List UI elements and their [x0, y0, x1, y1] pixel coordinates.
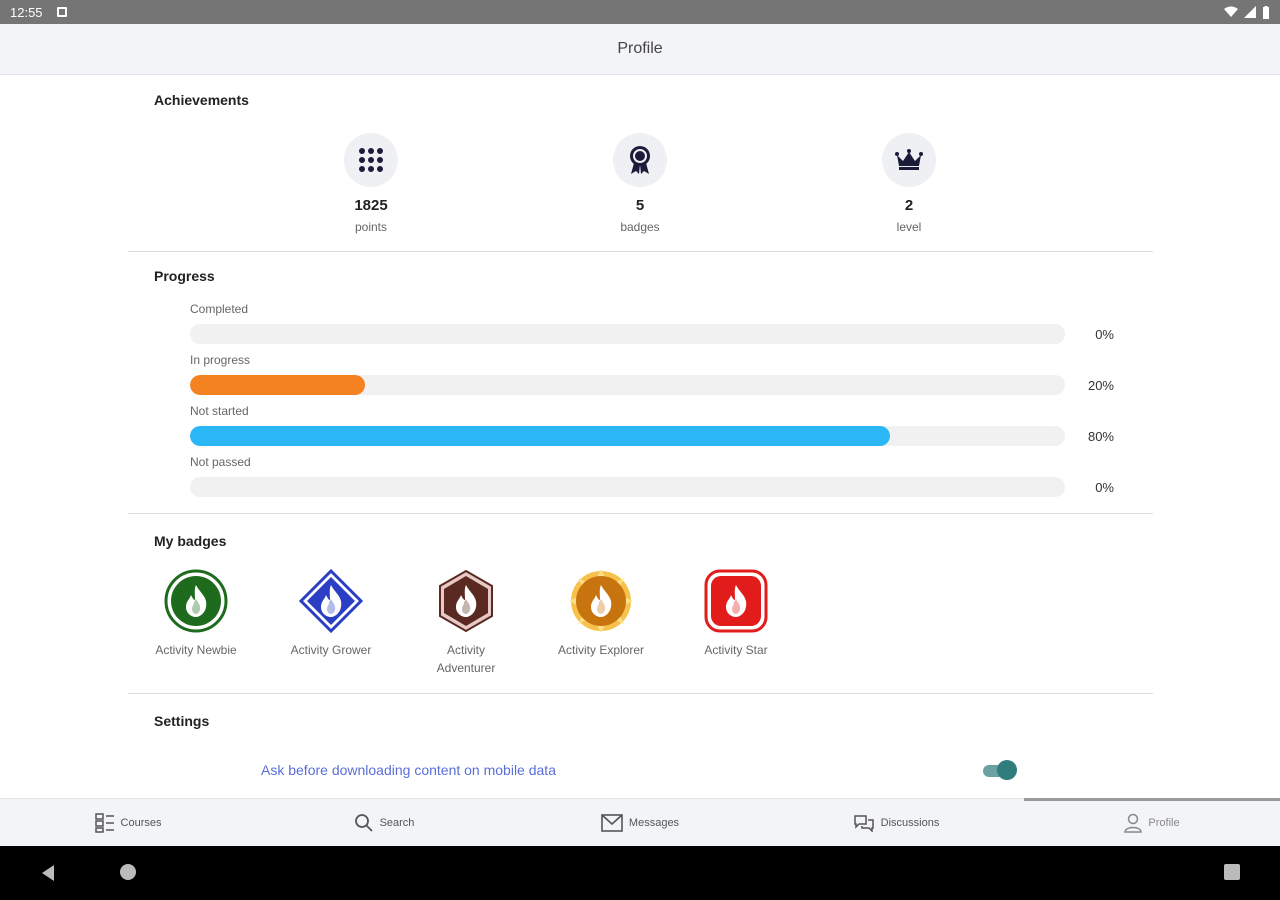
courses-icon — [94, 812, 114, 833]
nav-label: Messages — [628, 816, 680, 829]
progress-label: Completed — [190, 302, 249, 316]
badge-label: Activity Star — [704, 643, 768, 657]
nav-messages[interactable]: Messages — [512, 799, 768, 846]
badge-activity-star[interactable]: Activity Star — [676, 569, 796, 659]
chat-icon — [853, 814, 874, 832]
points-value: 1825 — [354, 197, 388, 214]
status-time: 12:55 — [10, 4, 43, 20]
nav-courses[interactable]: Courses — [0, 799, 256, 846]
badge-label: Activity Grower — [290, 643, 372, 657]
badge-label: Activity Adventurer — [436, 643, 496, 675]
achievements-title: Achievements — [154, 92, 249, 108]
progress-percent: 80% — [1087, 429, 1114, 444]
signal-icon — [1244, 6, 1256, 18]
status-icons — [1224, 5, 1270, 19]
badge-activity-newbie[interactable]: Activity Newbie — [136, 569, 256, 659]
badges-title: My badges — [154, 533, 227, 549]
page-title: Profile — [617, 40, 663, 57]
profile-content[interactable]: Achievements 1825 points 5 badges 2 leve… — [0, 76, 1280, 798]
badge-activity-explorer[interactable]: Activity Explorer — [541, 569, 661, 659]
progress-percent: 0% — [1095, 480, 1114, 495]
progress-percent: 20% — [1087, 378, 1114, 393]
progress-label: In progress — [190, 353, 251, 367]
achievement-level: 2 level — [839, 133, 979, 234]
status-bar: 12:55 — [0, 0, 1280, 24]
nav-label: Search — [379, 816, 415, 829]
back-icon[interactable] — [40, 864, 56, 882]
notification-icon — [56, 7, 67, 17]
section-divider — [128, 513, 1153, 514]
progress-row-not-passed: Not passed 0% — [190, 455, 1130, 499]
toggle-thumb — [997, 760, 1017, 780]
badge-star-icon — [704, 569, 768, 633]
badges-label: badges — [620, 220, 660, 234]
ribbon-award-icon — [613, 133, 667, 187]
crown-icon — [882, 133, 936, 187]
nav-profile[interactable]: Profile — [1024, 798, 1280, 846]
badge-label: Activity Explorer — [557, 643, 645, 657]
badge-label: Activity Newbie — [155, 643, 237, 657]
progress-row-not-started: Not started 80% — [190, 404, 1130, 448]
nav-label: Discussions — [880, 816, 940, 829]
nav-label: Courses — [120, 816, 162, 829]
badge-activity-adventurer[interactable]: Activity Adventurer — [406, 569, 526, 677]
level-label: level — [896, 220, 922, 234]
wifi-icon — [1224, 6, 1238, 17]
grid-icon — [344, 133, 398, 187]
badge-grower-icon — [299, 569, 363, 633]
recent-apps-icon[interactable] — [1224, 864, 1240, 880]
progress-fill — [190, 375, 365, 395]
settings-title: Settings — [154, 713, 210, 729]
progress-fill — [190, 426, 890, 446]
badge-explorer-icon — [569, 569, 633, 633]
section-divider — [128, 251, 1153, 252]
mobile-data-toggle[interactable] — [983, 760, 1017, 780]
nav-label: Profile — [1148, 816, 1180, 829]
badge-newbie-icon — [164, 569, 228, 633]
progress-track — [190, 426, 1065, 446]
progress-label: Not passed — [190, 455, 251, 469]
section-divider — [128, 693, 1153, 694]
progress-row-completed: Completed 0% — [190, 302, 1130, 346]
bottom-nav: Courses Search Messages Discussions Prof… — [0, 798, 1280, 846]
progress-track — [190, 375, 1065, 395]
battery-icon — [1263, 5, 1269, 19]
nav-discussions[interactable]: Discussions — [768, 799, 1024, 846]
mobile-data-setting[interactable]: Ask before downloading content on mobile… — [261, 760, 1021, 780]
progress-label: Not started — [190, 404, 249, 418]
mobile-data-label: Ask before downloading content on mobile… — [261, 762, 556, 778]
person-icon — [1124, 813, 1143, 833]
achievement-badges: 5 badges — [570, 133, 710, 234]
nav-search[interactable]: Search — [256, 799, 512, 846]
progress-row-in-progress: In progress 20% — [190, 353, 1130, 397]
app-header: Profile — [0, 24, 1280, 75]
points-label: points — [354, 220, 388, 234]
search-icon — [354, 813, 373, 832]
progress-track — [190, 477, 1065, 497]
badges-value: 5 — [635, 197, 645, 214]
progress-track — [190, 324, 1065, 344]
badge-adventurer-icon — [439, 569, 493, 633]
system-nav-bar — [0, 846, 1280, 900]
progress-percent: 0% — [1095, 327, 1114, 342]
level-value: 2 — [904, 197, 914, 214]
mail-icon — [601, 813, 623, 832]
badge-activity-grower[interactable]: Activity Grower — [271, 569, 391, 659]
home-icon[interactable] — [120, 864, 136, 880]
achievement-points: 1825 points — [301, 133, 441, 234]
progress-title: Progress — [154, 268, 215, 284]
